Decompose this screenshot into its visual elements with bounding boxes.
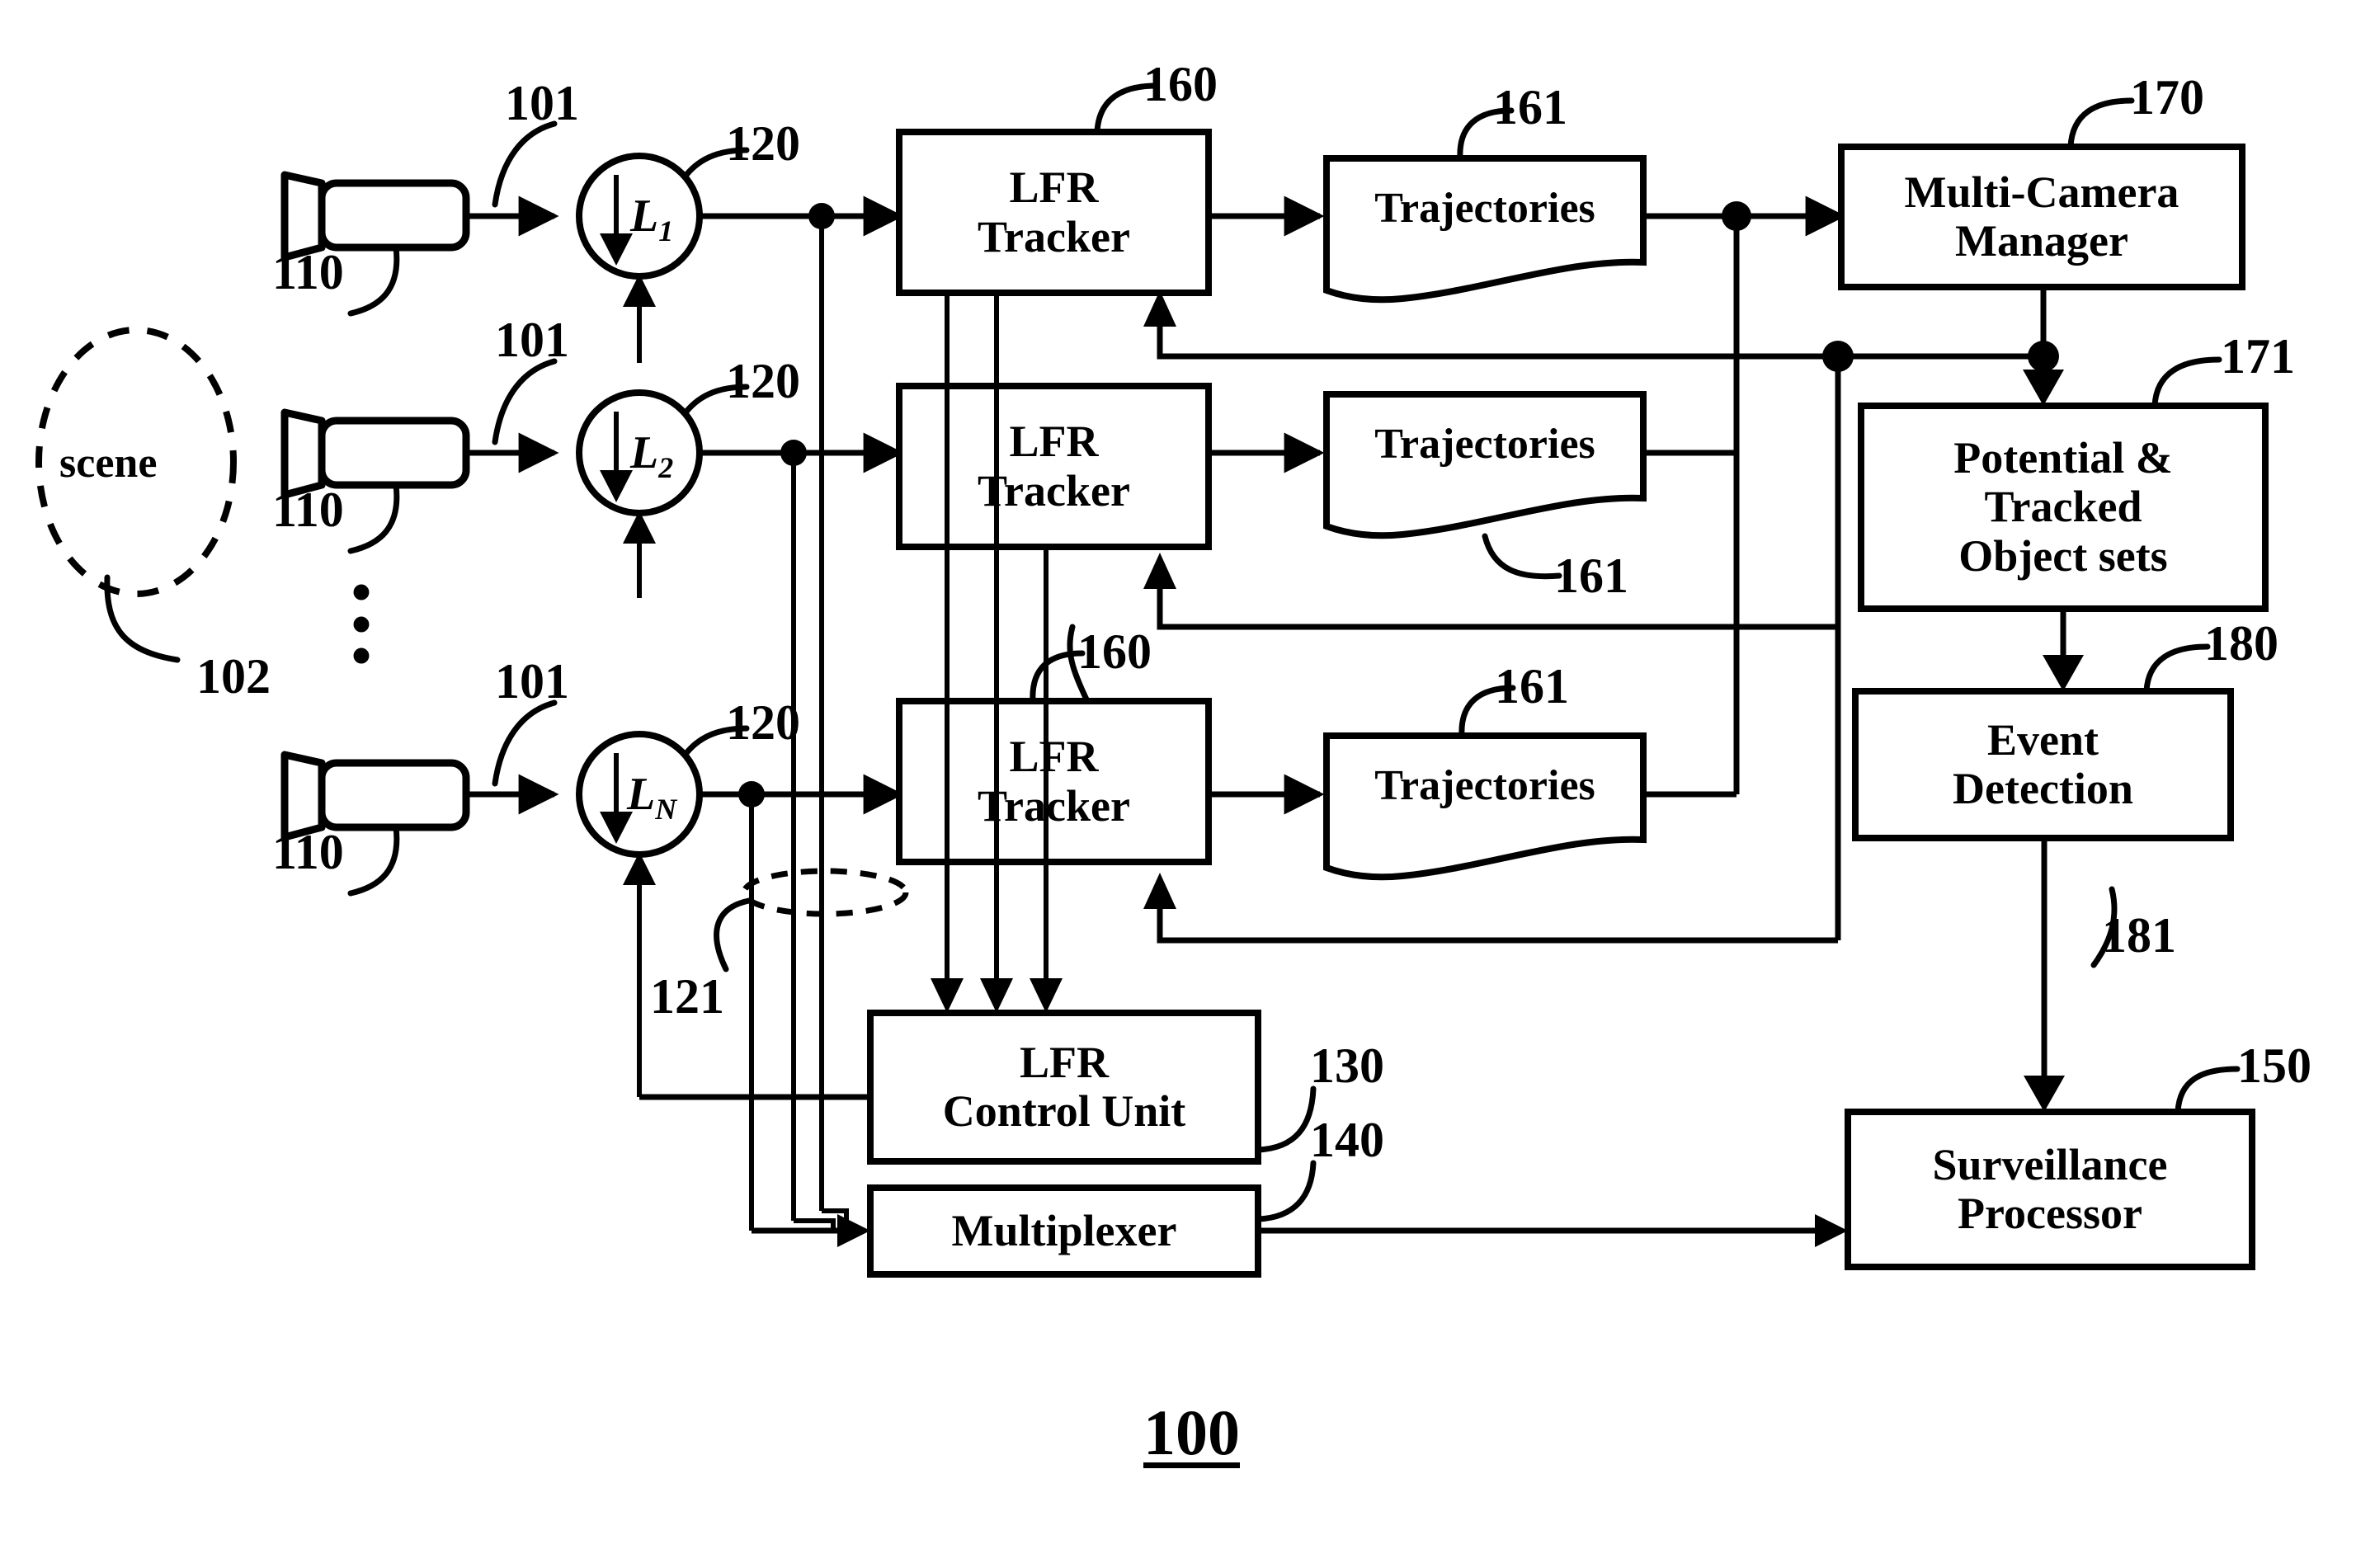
downsampler-2-subscript: 2 — [658, 451, 674, 485]
object-sets-line2: Tracked — [1984, 482, 2142, 532]
bundle-ellipse-121 — [741, 868, 909, 917]
arrow-feedback-trackern — [1143, 873, 1176, 909]
downsampler-1-subscript: 1 — [658, 214, 674, 248]
arrow-121-into-l2 — [623, 511, 656, 544]
wire-feedback-to-trackern — [1157, 897, 1838, 944]
lfr-tracker-1-line1: LFR — [1009, 162, 1099, 213]
trajectories-n-label: Trajectories — [1374, 762, 1595, 810]
object-sets-line1: Potential & — [1953, 432, 2173, 483]
downsampler-n-subscript: N — [655, 793, 677, 826]
trajectories-1-label: Trajectories — [1374, 185, 1595, 233]
lfr-tracker-1-line2: Tracker — [978, 211, 1130, 261]
lfr-tracker-n-line2: Tracker — [978, 780, 1130, 831]
lfr-tracker-2-line1: LFR — [1009, 417, 1099, 467]
ref-110-cam2: 110 — [272, 483, 344, 537]
ref-160-tn: 160 — [1077, 624, 1152, 679]
ref-120-ln: 120 — [726, 695, 800, 750]
surveillance-processor-line1: Surveillance — [1932, 1139, 2168, 1189]
arrow-into-surveillance — [2024, 1076, 2065, 1112]
downsampler-1-label: L1 — [630, 190, 673, 248]
lfr-control-unit-line2: Control Unit — [942, 1086, 1186, 1136]
lfr-tracker-2-line2: Tracker — [978, 465, 1130, 516]
arrow-into-multiplexer — [837, 1214, 870, 1247]
ellipsis-dot-3: • — [351, 624, 372, 688]
downsampler-n-label: LN — [627, 768, 676, 826]
leader-101-cam1 — [492, 120, 558, 208]
figure-canvas: scene 102 110 110 110 101 101 101 120 12… — [0, 0, 2375, 1568]
ref-110-cam1: 110 — [272, 245, 344, 299]
ref-180: 180 — [2204, 616, 2278, 671]
ref-170: 170 — [2130, 70, 2204, 125]
lfr-tracker-n-label: LFR Tracker — [899, 701, 1209, 862]
event-detection-line2: Detection — [1953, 764, 2133, 813]
ref-181: 181 — [2102, 908, 2176, 963]
leader-170 — [2067, 97, 2135, 150]
ref-121: 121 — [650, 969, 724, 1024]
ref-140: 140 — [1310, 1113, 1384, 1167]
figure-caption: 100 — [1143, 1396, 1240, 1468]
ref-171: 171 — [2221, 329, 2295, 384]
surveillance-processor-line2: Processor — [1958, 1189, 2142, 1238]
lfr-control-unit-line1: LFR — [1020, 1037, 1109, 1087]
downsampler-n-symbol-text: L — [627, 769, 656, 820]
multiplexer-label: Multiplexer — [951, 1205, 1177, 1255]
lfr-tracker-2-label: LFR Tracker — [899, 386, 1209, 547]
event-detection-line1: Event — [1987, 714, 2099, 765]
leader-110-cam1 — [347, 244, 400, 317]
leader-121 — [714, 897, 752, 972]
ref-101-camn: 101 — [495, 654, 569, 709]
ref-120-l2: 120 — [726, 354, 800, 408]
arrow-121-into-ln — [623, 852, 656, 885]
ref-160-t1: 160 — [1143, 57, 1218, 111]
ref-102: 102 — [196, 649, 271, 704]
trajectories-2-label: Trajectories — [1374, 421, 1595, 469]
ref-101-cam2: 101 — [495, 313, 569, 367]
arrow-cu-in-2 — [980, 978, 1013, 1013]
event-detection-label: Event Detection — [1855, 691, 2231, 838]
arrow-cu-in-1 — [931, 978, 964, 1013]
arrow-feedback-tracker2 — [1143, 553, 1176, 589]
ref-161-trn: 161 — [1495, 659, 1569, 713]
scene-label: scene — [59, 440, 158, 487]
ref-101-cam1: 101 — [505, 76, 579, 130]
lfr-tracker-1-label: LFR Tracker — [899, 132, 1209, 293]
ref-110-camn: 110 — [272, 825, 344, 879]
arrow-into-object-sets — [2023, 370, 2064, 406]
downsampler-2-symbol-text: L — [630, 427, 659, 478]
leader-140 — [1255, 1160, 1317, 1222]
multi-camera-manager-line1: Multi-Camera — [1904, 167, 2179, 217]
object-sets-label: Potential & Tracked Object sets — [1861, 406, 2265, 609]
downsampler-1-symbol-text: L — [630, 191, 659, 242]
ref-150: 150 — [2237, 1038, 2311, 1093]
arrow-121-into-l1 — [623, 274, 656, 307]
leader-101-cam2 — [492, 358, 558, 445]
lfr-control-unit-label: LFR Control Unit — [870, 1013, 1258, 1161]
leader-171 — [2151, 356, 2222, 409]
downsampler-2-label: L2 — [630, 426, 673, 485]
ref-120-l1: 120 — [726, 116, 800, 171]
arrow-mux-into-surveillance — [1815, 1214, 1848, 1247]
multi-camera-manager-label: Multi-Camera Manager — [1841, 147, 2242, 287]
multi-camera-manager-line2: Manager — [1955, 216, 2128, 266]
ref-130: 130 — [1310, 1038, 1384, 1093]
object-sets-line3: Object sets — [1958, 530, 2168, 581]
lfr-tracker-n-line1: LFR — [1009, 732, 1099, 782]
leader-180 — [2143, 643, 2211, 695]
leader-110-camn — [347, 824, 400, 897]
leader-101-camn — [492, 699, 558, 787]
surveillance-processor-label: Surveillance Processor — [1848, 1112, 2252, 1267]
arrow-into-event-detection — [2043, 655, 2084, 691]
leader-161-tr2 — [1482, 533, 1562, 580]
leader-150 — [2175, 1066, 2241, 1115]
camera-ellipsis: • • • — [337, 564, 386, 688]
ref-161-tr1: 161 — [1493, 80, 1567, 134]
arrow-cu-in-3 — [1030, 978, 1063, 1013]
leader-110-cam2 — [347, 482, 400, 554]
leader-130 — [1255, 1085, 1317, 1153]
ref-161-tr2: 161 — [1554, 549, 1628, 603]
